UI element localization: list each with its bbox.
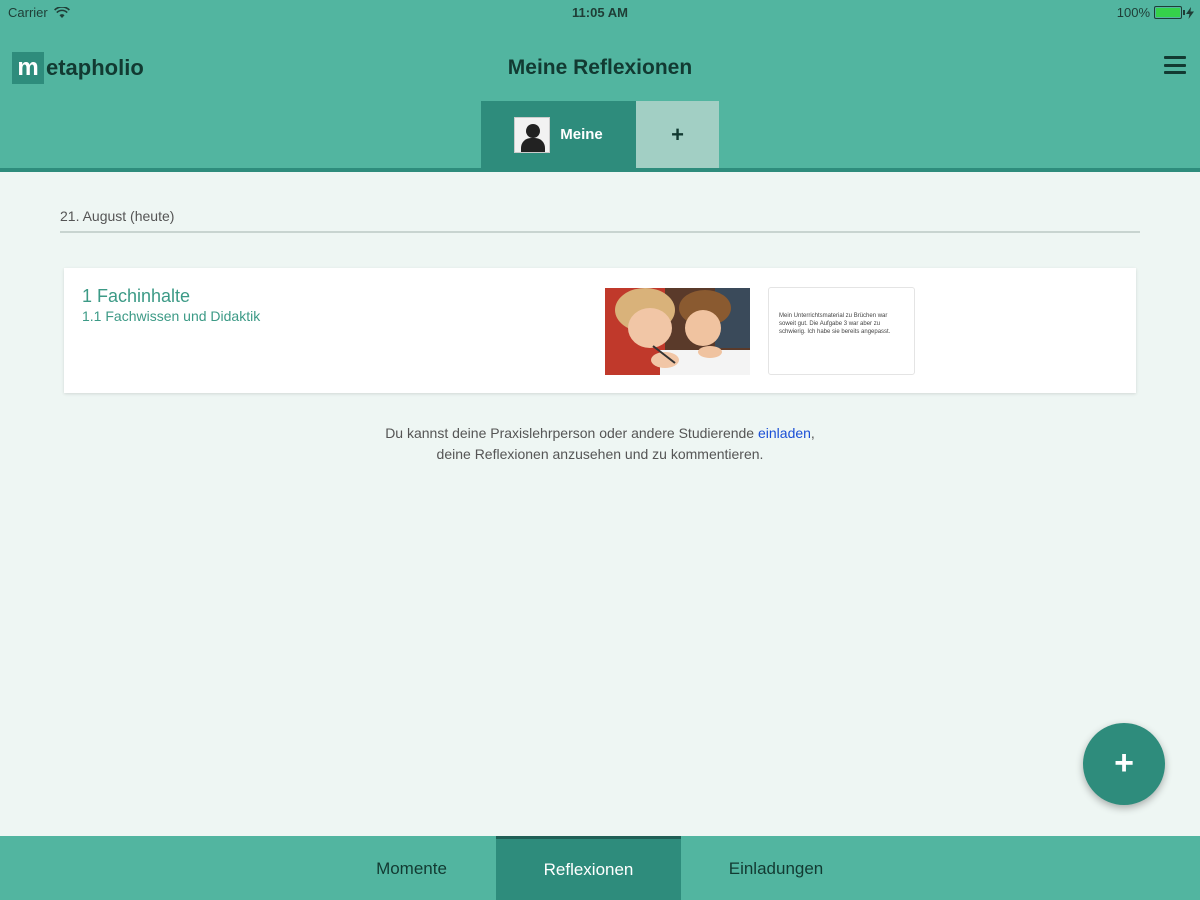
- text-thumbnail[interactable]: Mein Unterrichtsmaterial zu Brüchen war …: [768, 287, 915, 375]
- photo-thumbnail[interactable]: [605, 288, 750, 375]
- user-avatar-icon: [514, 116, 551, 153]
- invite-text-prefix: Du kannst deine Praxislehrperson oder an…: [385, 425, 758, 441]
- invite-text-suffix: ,: [810, 425, 815, 441]
- status-time: 11:05 AM: [572, 5, 628, 20]
- status-bar: Carrier 11:05 AM 100%: [0, 0, 1200, 26]
- battery-percent: 100%: [1116, 5, 1150, 20]
- view-tabs: Meine +: [481, 101, 719, 168]
- hamburger-menu-icon[interactable]: [1164, 56, 1186, 74]
- card-subtitle: 1.1 Fachwissen und Didaktik: [82, 308, 261, 324]
- nav-momente[interactable]: Momente: [320, 836, 503, 900]
- app-header: Carrier 11:05 AM 100% m etapholio Meine …: [0, 0, 1200, 172]
- battery-icon: [1154, 6, 1185, 19]
- invite-text-line2: deine Reflexionen anzusehen und zu komme…: [436, 446, 764, 462]
- tab-meine[interactable]: Meine: [481, 101, 636, 168]
- add-tab-button[interactable]: +: [636, 101, 719, 168]
- bottom-nav: Momente Reflexionen Einladungen: [0, 836, 1200, 900]
- status-right: 100%: [1117, 5, 1194, 20]
- battery-fill: [1156, 8, 1180, 17]
- add-reflection-button[interactable]: +: [1083, 723, 1165, 805]
- page-title: Meine Reflexionen: [507, 56, 693, 79]
- invite-link[interactable]: einladen: [758, 425, 811, 441]
- charging-icon: [1186, 6, 1194, 19]
- nav-reflexionen[interactable]: Reflexionen: [496, 836, 681, 900]
- date-label: 21. August (heute): [60, 208, 175, 224]
- date-divider: [60, 231, 1140, 233]
- invite-info: Du kannst deine Praxislehrperson oder an…: [0, 423, 1200, 465]
- reflection-card[interactable]: 1 Fachinhalte 1.1 Fachwissen und Didakti…: [64, 268, 1136, 393]
- card-title: 1 Fachinhalte: [82, 286, 191, 306]
- tab-meine-label: Meine: [560, 126, 603, 143]
- plus-icon: +: [671, 121, 684, 147]
- nav-einladungen[interactable]: Einladungen: [681, 836, 871, 900]
- children-photo-image: [605, 288, 750, 375]
